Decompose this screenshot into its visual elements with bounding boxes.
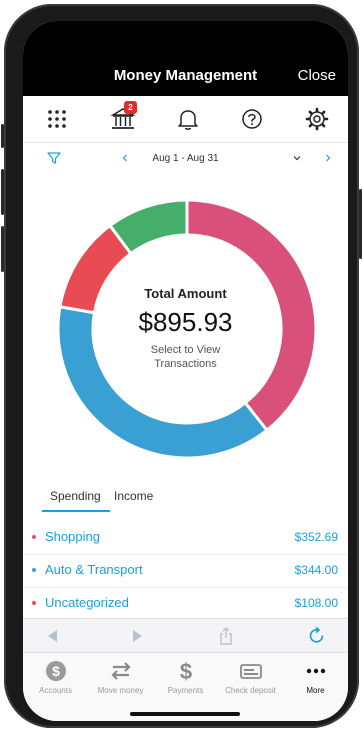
volume-down-button xyxy=(1,226,4,272)
tab-check-deposit[interactable]: Check deposit xyxy=(218,653,283,703)
home-indicator xyxy=(130,712,240,716)
spending-income-tabs: Spending Income xyxy=(23,481,348,512)
more-dots-icon xyxy=(304,660,328,682)
notch xyxy=(99,21,271,51)
transfer-arrows-icon xyxy=(109,660,133,682)
next-period-icon[interactable] xyxy=(323,151,333,165)
screen: Money Management Close 2 Aug 1 - Aug 31 … xyxy=(23,21,348,721)
category-amount: $344.00 xyxy=(294,563,338,577)
list-item[interactable]: Shopping $352.69 xyxy=(23,521,348,555)
filter-icon[interactable] xyxy=(47,151,61,165)
select-hint-line1: Select to View xyxy=(150,344,221,356)
tab-label: Move money xyxy=(97,686,144,695)
power-button xyxy=(359,189,362,259)
category-amount: $352.69 xyxy=(294,530,338,544)
svg-text:$: $ xyxy=(52,663,60,679)
tab-more[interactable]: More xyxy=(283,653,348,703)
category-amount: $108.00 xyxy=(294,596,338,610)
category-color-dot xyxy=(32,568,36,572)
volume-up-button xyxy=(1,169,4,215)
bank-icon[interactable]: 2 xyxy=(110,101,137,132)
back-arrow-icon[interactable] xyxy=(43,626,63,646)
share-icon[interactable] xyxy=(216,626,236,646)
close-button[interactable]: Close xyxy=(298,67,336,84)
list-item[interactable]: Auto & Transport $344.00 xyxy=(23,554,348,588)
category-color-dot xyxy=(32,601,36,605)
grid-menu-icon[interactable] xyxy=(44,106,70,132)
tab-move-money[interactable]: Move money xyxy=(88,653,153,703)
settings-gear-icon[interactable] xyxy=(304,106,330,132)
browser-toolbar xyxy=(23,618,348,653)
category-color-dot xyxy=(32,535,36,539)
active-tab-indicator xyxy=(42,510,110,512)
total-amount-heading: Total Amount xyxy=(144,286,227,301)
tab-payments[interactable]: $ Payments xyxy=(153,653,218,703)
reload-icon[interactable] xyxy=(307,626,327,646)
tab-label: Payments xyxy=(167,686,204,695)
list-item[interactable]: Uncategorized $108.00 xyxy=(23,587,348,621)
category-name: Auto & Transport xyxy=(45,562,143,577)
silent-switch xyxy=(1,124,4,148)
tab-label: Accounts xyxy=(39,686,72,695)
date-range-label[interactable]: Aug 1 - Aug 31 xyxy=(113,153,258,164)
toolbar: 2 xyxy=(23,96,348,143)
help-icon[interactable] xyxy=(239,106,265,132)
tab-accounts[interactable]: $ Accounts xyxy=(23,653,88,703)
dollar-sign-icon: $ xyxy=(174,659,198,684)
bottom-tab-bar: $ Accounts Move money $ Payments Check d… xyxy=(23,652,348,721)
tab-spending[interactable]: Spending xyxy=(50,489,101,503)
category-name: Uncategorized xyxy=(45,595,129,610)
tab-label: More xyxy=(306,686,325,695)
tab-income[interactable]: Income xyxy=(114,489,153,503)
total-amount-value: $895.93 xyxy=(138,307,233,337)
date-filter-row: Aug 1 - Aug 31 xyxy=(23,143,348,173)
notification-badge: 2 xyxy=(124,101,137,114)
check-card-icon xyxy=(239,660,263,682)
chevron-down-icon[interactable] xyxy=(290,151,304,165)
dollar-circle-icon: $ xyxy=(44,660,68,682)
phone-frame: Money Management Close 2 Aug 1 - Aug 31 … xyxy=(1,4,362,728)
bell-icon[interactable] xyxy=(175,106,201,132)
category-name: Shopping xyxy=(45,529,100,544)
svg-text:$: $ xyxy=(180,660,192,682)
tab-label: Check deposit xyxy=(225,686,276,695)
select-hint-line2: Transactions xyxy=(154,358,217,370)
forward-arrow-icon[interactable] xyxy=(127,626,147,646)
